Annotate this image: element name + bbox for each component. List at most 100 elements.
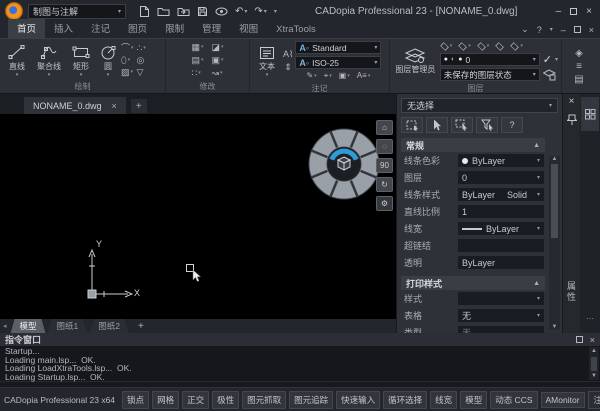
model-toggle[interactable]: 模型	[460, 391, 487, 409]
layer-combo[interactable]: ● ◐ ● 0 ▾	[440, 53, 540, 66]
tab-xtratools[interactable]: XtraTools	[267, 22, 325, 38]
cadopia-logo-icon[interactable]	[5, 2, 23, 20]
properties-help-button[interactable]: ?	[501, 117, 523, 133]
tab-home[interactable]: 首页	[8, 19, 45, 38]
new-file-button[interactable]	[139, 5, 150, 18]
refresh-view-button[interactable]: ↻	[376, 177, 393, 192]
match-layer-button[interactable]: ✓	[543, 53, 552, 66]
paste-button[interactable]: ◈	[575, 48, 583, 59]
document-tab[interactable]: NONAME_0.dwg ×	[24, 97, 126, 114]
line-button[interactable]: 直线 ▾	[3, 44, 31, 77]
lineweight-toggle[interactable]: 线宽	[430, 391, 457, 409]
lineweight-value[interactable]: ByLayer ▾	[458, 222, 544, 235]
list-button[interactable]: ≡	[576, 61, 582, 72]
print-preview-button[interactable]	[215, 7, 228, 16]
polar-toggle[interactable]: 极性	[212, 391, 239, 409]
ortho-toggle[interactable]: 正交	[182, 391, 209, 409]
layer-state-combo[interactable]: 未保存的图层状态 ▾	[440, 68, 540, 81]
selection-combo[interactable]: 无选择 ▾	[401, 98, 558, 113]
text-check-button[interactable]: A⌇	[283, 49, 293, 60]
scroll-down-icon[interactable]: ▼	[591, 372, 597, 381]
doc-close-button[interactable]: ×	[589, 25, 594, 35]
close-icon[interactable]: ×	[112, 101, 117, 111]
tab-scroll-left-icon[interactable]: ◂	[3, 322, 7, 330]
palette-scrollbar[interactable]: ▲ ▼	[549, 156, 560, 330]
cycleselect-toggle[interactable]: 循环选择	[383, 391, 427, 409]
import-button[interactable]	[177, 6, 190, 17]
hatch-button[interactable]: ▨▾	[121, 67, 134, 77]
hyperlink-value[interactable]	[458, 239, 544, 252]
minimize-ribbon-button[interactable]: ⌄	[521, 24, 529, 35]
select-entities-button[interactable]	[401, 117, 423, 133]
minimize-button[interactable]: –	[556, 6, 562, 17]
layer-value[interactable]: 0 ▾	[458, 171, 544, 184]
redo-button[interactable]: ↷▾	[254, 6, 266, 17]
text-align-button[interactable]: A≡▾	[357, 71, 371, 81]
pin-icon[interactable]	[567, 114, 577, 126]
table-value[interactable]: 无 ▾	[458, 309, 544, 322]
palette-close-button[interactable]: ×	[569, 97, 575, 107]
scroll-thumb[interactable]	[551, 164, 558, 238]
table-button[interactable]: ▣▾	[339, 71, 350, 81]
point-button[interactable]: ∴▾	[137, 43, 146, 53]
scroll-up-icon[interactable]: ▲	[552, 156, 558, 162]
printstyle-section-header[interactable]: 打印样式 ▲	[401, 276, 545, 290]
polygon-button[interactable]: ▽	[137, 67, 146, 77]
quick-select-button[interactable]	[426, 117, 448, 133]
tab-sheet[interactable]: 图页	[119, 19, 156, 38]
rotate-90-button[interactable]: 90	[376, 158, 393, 173]
polyline-button[interactable]: 聚合线 ▾	[33, 44, 65, 77]
close-button[interactable]: ×	[586, 6, 592, 17]
home-view-button[interactable]: ⌂	[376, 120, 393, 135]
save-button[interactable]	[197, 6, 208, 17]
collapse-icon[interactable]: ▲	[533, 280, 540, 287]
esnap-toggle[interactable]: 图元抓取	[242, 391, 286, 409]
command-window-header[interactable]: 指令窗口 ×	[0, 333, 600, 346]
layer-lock-button[interactable]: ▾	[477, 41, 490, 51]
layer-state-icon[interactable]	[543, 69, 556, 81]
amonitor-toggle[interactable]: AMonitor	[541, 392, 585, 408]
orbit-button[interactable]: ◌	[376, 139, 393, 154]
help-button[interactable]: ?	[537, 25, 542, 35]
dynamic-ccs-toggle[interactable]: 动态 CCS	[490, 391, 537, 409]
command-close-button[interactable]: ×	[590, 335, 595, 345]
dimension-button[interactable]: ⇕	[284, 62, 292, 73]
erase-button[interactable]: ◪▾	[212, 42, 224, 52]
navigation-wheel[interactable]	[304, 124, 384, 204]
trim-button[interactable]: ↝▾	[212, 68, 224, 78]
general-section-header[interactable]: 常规 ▲	[401, 138, 545, 152]
doc-restore-button[interactable]	[574, 26, 581, 33]
scroll-thumb[interactable]	[591, 357, 597, 371]
leader-button[interactable]: ✎▾	[306, 71, 316, 81]
model-tab[interactable]: 模型	[11, 319, 46, 334]
scroll-down-icon[interactable]: ▼	[552, 324, 558, 330]
sheet2-tab[interactable]: 图纸2	[89, 319, 129, 334]
center-mark-button[interactable]: ⌖▾	[324, 71, 332, 81]
layer-walk-button[interactable]	[495, 42, 504, 51]
scroll-up-icon[interactable]: ▲	[591, 347, 597, 356]
array-button[interactable]: ▦▾	[191, 42, 203, 52]
tab-insert[interactable]: 插入	[45, 19, 82, 38]
grid-toggle[interactable]: 网格	[152, 391, 179, 409]
float-window-button[interactable]	[576, 336, 583, 343]
properties-vertical-tab[interactable]: 属性	[565, 281, 578, 303]
customize-qat-button[interactable]: ▾	[274, 8, 277, 15]
layer-freeze-button[interactable]: ▾	[458, 41, 471, 51]
linecolor-value[interactable]: ByLayer ▾	[458, 154, 544, 167]
tab-constraints[interactable]: 限制	[156, 19, 193, 38]
tab-annotate[interactable]: 注记	[82, 19, 119, 38]
tab-view[interactable]: 视图	[230, 19, 267, 38]
open-file-button[interactable]	[157, 6, 170, 17]
view-settings-button[interactable]: ⚙	[376, 196, 393, 211]
undo-button[interactable]: ↶▾	[235, 6, 247, 17]
command-scrollbar[interactable]: ▲ ▼	[589, 347, 599, 380]
drawing-canvas[interactable]: ⌂ ◌ 90 ↻ ⚙	[0, 114, 396, 319]
circle-button[interactable]: 圆 ▾	[97, 44, 119, 77]
tab-manage[interactable]: 管理	[193, 19, 230, 38]
ellipse-button[interactable]: ⬯▾	[121, 55, 134, 65]
layer-manager-button[interactable]: 图层管理员	[393, 48, 438, 75]
offset-button[interactable]: ▤▾	[191, 55, 203, 65]
snap-toggle[interactable]: 锁点	[122, 391, 149, 409]
new-document-tab-button[interactable]: +	[131, 99, 147, 113]
more-palettes-icon[interactable]: ⋯	[586, 314, 594, 323]
